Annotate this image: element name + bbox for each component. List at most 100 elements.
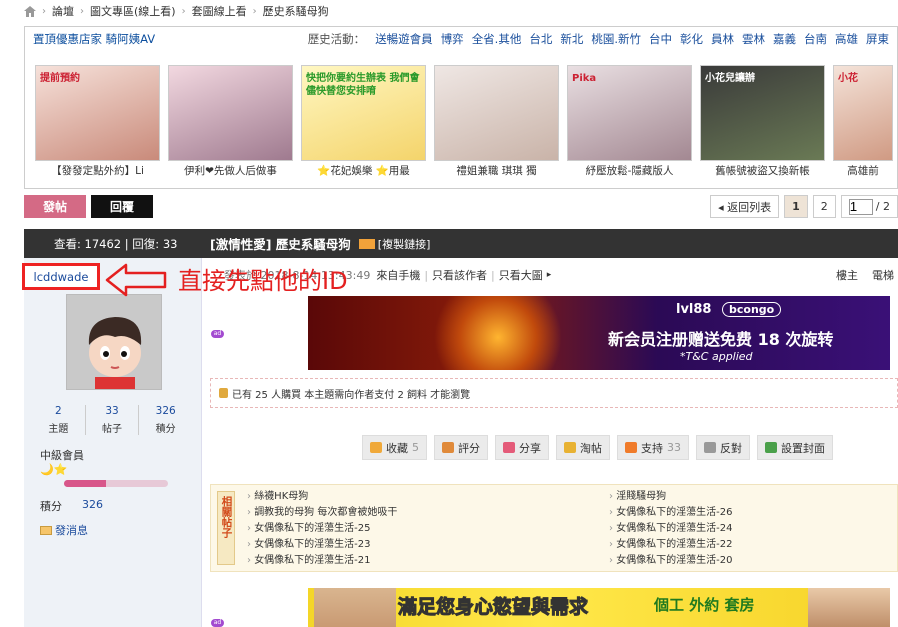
promo-city-link[interactable]: 台南 (804, 31, 827, 47)
related-thread-link[interactable]: 女偶像私下的淫蕩生活-21 (247, 553, 397, 569)
promo-city-link[interactable]: 彰化 (680, 31, 703, 47)
promo-city-link[interactable]: 新北 (560, 31, 583, 47)
new-post-button[interactable]: 發帖 (24, 195, 86, 218)
promo-city-link[interactable]: 台北 (529, 31, 552, 47)
promo-thumb-caption: 禮姐兼職 琪琪 獨 (456, 165, 537, 177)
caret-right-icon: ▸ (546, 270, 552, 280)
down-arrow-action-button[interactable]: 反對 (696, 435, 750, 460)
up-arrow-icon (625, 442, 637, 453)
promo-thumb-caption: 舊帳號被盜又換新帳 (715, 165, 810, 177)
related-thread-link[interactable]: 女偶像私下的淫蕩生活-24 (609, 521, 732, 537)
casino-banner-ad[interactable]: lvl88 bcongo 新会员注册赠送免费 18 次旋转 *T&C appli… (308, 296, 890, 370)
promo-thumb[interactable]: 禮姐兼職 琪琪 獨 (434, 65, 559, 178)
action-count: 33 (667, 441, 681, 454)
action-label: 設置封面 (781, 441, 825, 455)
promo-thumb[interactable]: 小花 高雄前 (833, 65, 893, 178)
points-label: 積分 (40, 500, 62, 513)
promo-city-link[interactable]: 屏東 (866, 31, 889, 47)
banner-logo-text: lvl88 (676, 302, 712, 317)
star-action-button[interactable]: 收藏 5 (362, 435, 427, 460)
action-label: 淘帖 (580, 441, 602, 455)
promo-city-link[interactable]: 台中 (649, 31, 672, 47)
thread-header: 查看: 17462 | 回復: 33 [激情性愛] 歷史系騷母狗 [複製鏈接] (24, 229, 898, 258)
banner2-headline: 滿足您身心慾望與需求 (397, 596, 589, 619)
avatar[interactable] (66, 294, 162, 390)
page-2-button[interactable]: 2 (812, 195, 836, 218)
breadcrumb-board[interactable]: 套圖線上看 (192, 3, 247, 19)
banner-logo: lvl88 bcongo (676, 302, 782, 317)
points-value[interactable]: 326 (82, 498, 103, 514)
promo-thumb[interactable]: 提前預約 【發發定點外約】Li (35, 65, 160, 178)
action-label: 分享 (519, 441, 541, 455)
thumb-action-button[interactable]: 評分 (434, 435, 488, 460)
lion-graphic (428, 296, 568, 370)
level-progress-bar (64, 480, 168, 487)
breadcrumb-forum[interactable]: 論壇 (52, 3, 74, 19)
promo-pinned-link[interactable]: 置頂優惠店家 騎阿姨AV (33, 31, 155, 47)
author-stat: 326 積分 (139, 405, 192, 435)
page-jump: / 2 (840, 195, 898, 218)
related-threads: 相關帖子 絲襪HK母狗調教我的母狗 每次都會被她吸干女偶像私下的淫蕩生活-25女… (210, 484, 898, 572)
related-thread-link[interactable]: 調教我的母狗 每次都會被她吸干 (247, 505, 397, 521)
promo-city-link[interactable]: 員林 (711, 31, 734, 47)
author-stat-value[interactable]: 33 (86, 405, 139, 417)
promo-city-link[interactable]: 博弈 (441, 31, 464, 47)
promo-thumb[interactable]: 伊利❤先做人后做事 (168, 65, 293, 178)
promo-panel: 置頂優惠店家 騎阿姨AV 歷史活動： 送暢遊會員 博弈 全省.其他 台北 新北 桃園.新竹… (24, 26, 898, 189)
related-thread-link[interactable]: 絲襪HK母狗 (247, 489, 397, 505)
page-1-button[interactable]: 1 (784, 195, 808, 218)
bucket-action-button[interactable]: 淘帖 (556, 435, 610, 460)
promo-thumb-overlay-text: 小花 (838, 73, 858, 84)
related-thread-link[interactable]: 女偶像私下的淫蕩生活-22 (609, 537, 732, 553)
breadcrumb-gallery[interactable]: 圖文專區(線上看) (90, 3, 176, 19)
home-icon[interactable] (24, 5, 36, 17)
annotation-text: 直接先點他的ID (178, 267, 348, 295)
promo-thumb-image: 小花兒讓辦 (700, 65, 825, 161)
author-stat-value[interactable]: 326 (139, 405, 192, 417)
promo-city-link[interactable]: 高雄 (835, 31, 858, 47)
action-label: 反對 (720, 441, 742, 455)
author-stat-label: 主題 (48, 424, 69, 435)
copy-link-label: [複製鏈接] (377, 237, 431, 251)
author-username-link[interactable]: lcddwade (34, 270, 89, 284)
related-thread-link[interactable]: 女偶像私下的淫蕩生活-23 (247, 537, 397, 553)
promo-city-link[interactable]: 嘉義 (773, 31, 796, 47)
action-label: 收藏 (386, 441, 408, 455)
related-thread-link[interactable]: 女偶像私下的淫蕩生活-20 (609, 553, 732, 569)
promo-city-link[interactable]: 桃園.新竹 (591, 31, 641, 47)
promo-thumb[interactable]: 小花兒讓辦舊帳號被盜又換新帳 (700, 65, 825, 178)
promo-thumb-overlay-text: 小花兒讓辦 (705, 73, 755, 84)
escort-banner-ad[interactable]: 滿足您身心慾望與需求 個工 外約 套房 (308, 588, 890, 627)
promo-city-link[interactable]: 送暢遊會員 (375, 31, 433, 47)
breadcrumb-thread[interactable]: 歷史系騷母狗 (263, 3, 329, 19)
related-thread-link[interactable]: 淫賤騷母狗 (609, 489, 733, 505)
related-thread-link[interactable]: 女偶像私下的淫蕩生活-25 (247, 521, 397, 537)
cover-action-button[interactable]: 設置封面 (757, 435, 833, 460)
page-jump-input[interactable] (848, 198, 873, 215)
author-stat-value[interactable]: 2 (32, 405, 85, 417)
heart-action-button[interactable]: 分享 (495, 435, 549, 460)
promo-city-link[interactable]: 雲林 (742, 31, 765, 47)
reply-button[interactable]: 回覆 (91, 195, 153, 218)
copy-link-button[interactable]: [複製鏈接] (358, 236, 431, 252)
only-author-link[interactable]: 只看該作者 (432, 267, 487, 283)
send-message-link[interactable]: 發消息 (40, 522, 88, 538)
action-label: 評分 (458, 441, 480, 455)
thumb-icon (442, 442, 454, 453)
jump-floor-link[interactable]: 電梯 (872, 267, 894, 283)
post-source: 來自手機 (376, 269, 421, 282)
author-level-icons: 🌙⭐ (40, 463, 68, 476)
thread-stats: 查看: 17462 | 回復: 33 (54, 236, 178, 251)
page-total: / 2 (875, 200, 890, 213)
back-to-list-button[interactable]: ◂ 返回列表 (710, 195, 780, 218)
promo-thumb[interactable]: Pika 紓壓放鬆-隱藏版人 (567, 65, 692, 178)
promo-thumb[interactable]: 快把你要約生辦表 我們會儘快替您安排唷 ⭐花妃娛樂 ⭐用最 (301, 65, 426, 178)
banner-terms: *T&C applied (680, 350, 753, 363)
related-thread-link[interactable]: 女偶像私下的淫蕩生活-26 (609, 505, 732, 521)
only-images-link[interactable]: 只看大圖 (499, 267, 543, 283)
promo-thumb-image (434, 65, 559, 161)
up-arrow-action-button[interactable]: 支持 33 (617, 435, 689, 460)
annotation-arrow-icon (105, 263, 167, 297)
promo-city-link[interactable]: 全省.其他 (472, 31, 522, 47)
promo-thumb-overlay-text: Pika (572, 73, 597, 84)
